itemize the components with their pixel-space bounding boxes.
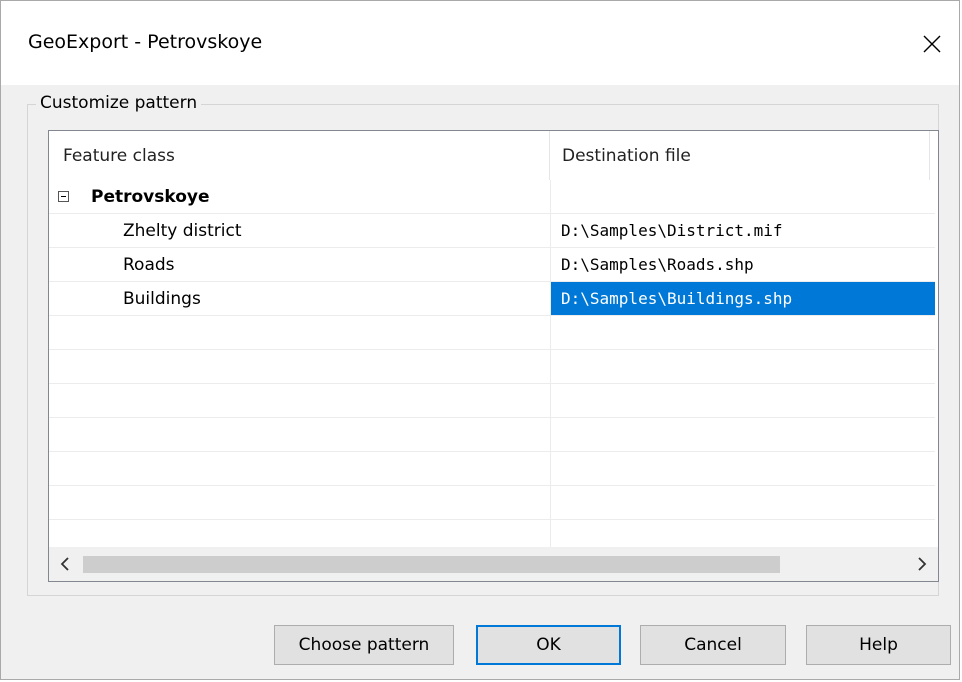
empty-row [49,316,935,350]
empty-row [49,486,935,520]
feature-cell [49,418,551,451]
group-name: Petrovskoye [91,186,210,207]
feature-cell: Roads [49,248,551,281]
feature-name: Zhelty district [123,220,242,241]
title-bar: GeoExport - Petrovskoye [1,1,959,85]
feature-cell [49,316,551,349]
help-button[interactable]: Help [806,625,951,665]
chevron-right-icon [918,557,927,571]
scroll-left-button[interactable] [49,547,81,581]
feature-cell [49,384,551,417]
choose-pattern-button[interactable]: Choose pattern [274,625,454,665]
destination-cell[interactable]: D:\Samples\District.mif [551,214,935,247]
close-icon [923,35,941,53]
group-label: Customize pattern [36,93,202,113]
column-header-destination-file[interactable]: Destination file [550,131,930,180]
scroll-right-button[interactable] [906,547,938,581]
scrollbar-thumb[interactable] [83,556,780,573]
destination-cell [551,180,935,213]
table-row[interactable]: Buildings D:\Samples\Buildings.shp [49,282,935,316]
dialog-window: GeoExport - Petrovskoye Customize patter… [0,0,960,680]
column-header-label: Destination file [562,145,691,166]
feature-cell: Buildings [49,282,551,315]
destination-cell-selected[interactable]: D:\Samples\Buildings.shp [551,282,935,315]
chevron-left-icon [60,557,69,571]
ok-button[interactable]: OK [476,625,621,665]
feature-cell [49,452,551,485]
empty-row [49,418,935,452]
group-row-petrovskoye[interactable]: Petrovskoye [49,180,935,214]
minus-box-icon[interactable] [58,191,69,202]
feature-class-table[interactable]: Feature class Destination file Petrovsko… [48,130,939,582]
table-row[interactable]: Zhelty district D:\Samples\District.mif [49,214,935,248]
feature-cell [49,486,551,519]
feature-cell: Zhelty district [49,214,551,247]
feature-name: Buildings [123,288,201,309]
window-title: GeoExport - Petrovskoye [28,31,263,53]
destination-cell[interactable]: D:\Samples\Roads.shp [551,248,935,281]
horizontal-scrollbar[interactable] [49,547,938,581]
empty-row [49,452,935,486]
feature-name: Roads [123,254,175,275]
close-button[interactable] [909,21,955,67]
feature-cell [49,350,551,383]
column-header-feature-class[interactable]: Feature class [49,131,550,180]
feature-cell: Petrovskoye [49,180,551,213]
empty-row [49,350,935,384]
table-row[interactable]: Roads D:\Samples\Roads.shp [49,248,935,282]
cancel-button[interactable]: Cancel [640,625,786,665]
column-header-label: Feature class [63,145,175,166]
table-body: Petrovskoye Zhelty district D:\Samples\D… [49,180,935,554]
empty-row [49,384,935,418]
